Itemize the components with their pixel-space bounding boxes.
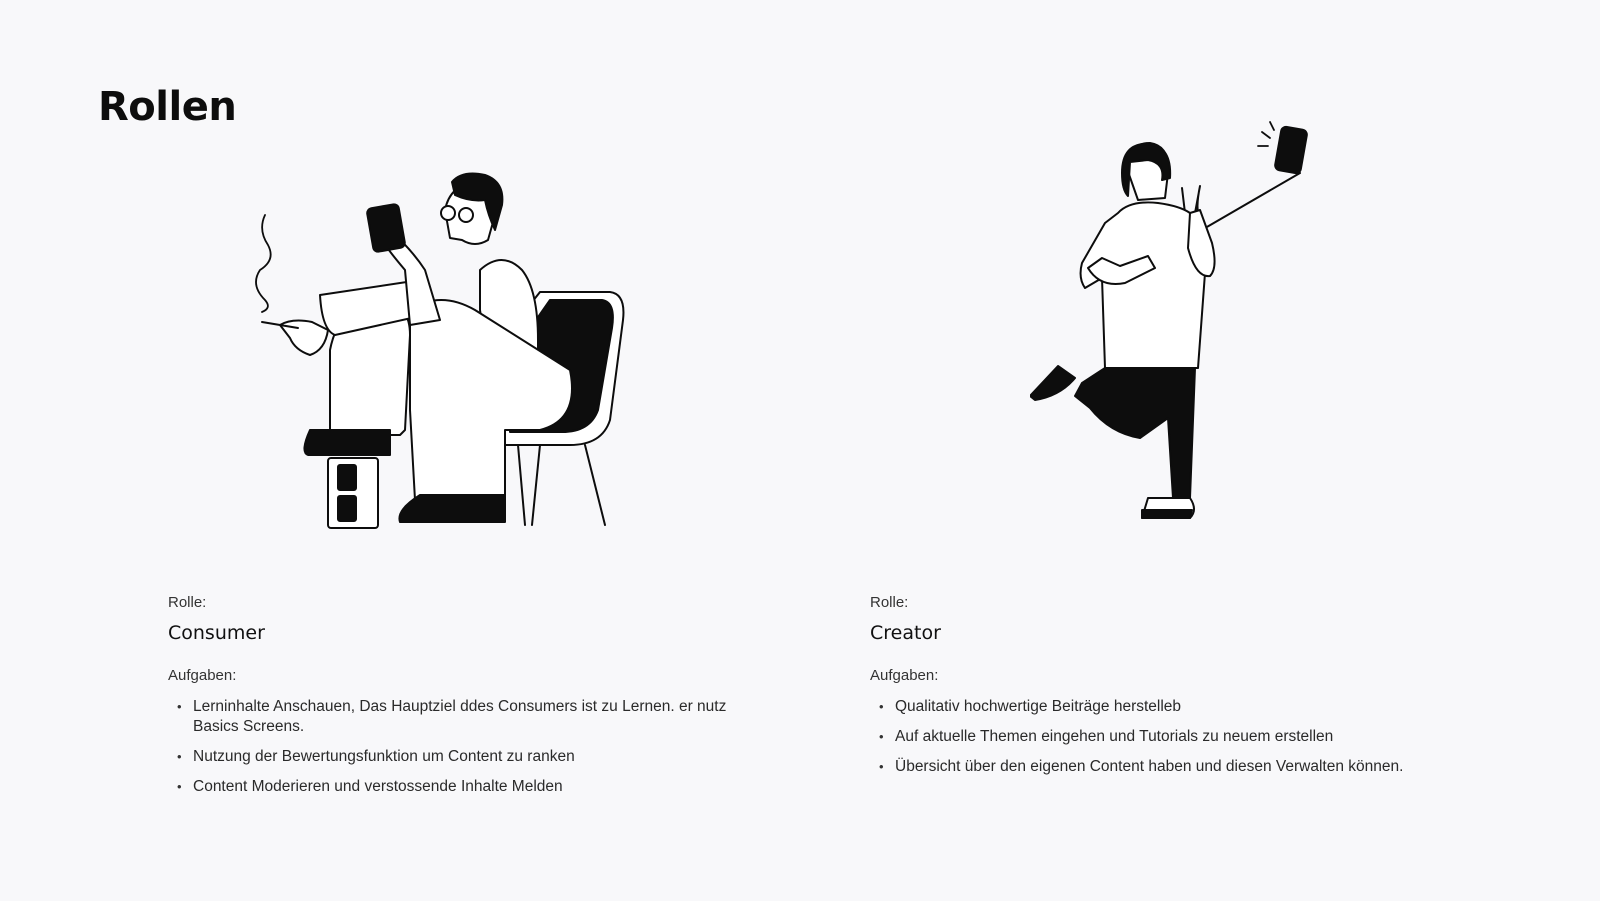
role-card-consumer: Rolle: Consumer Aufgaben: • Lerninhalte A… (168, 594, 768, 807)
task-list: • Qualitativ hochwertige Beiträge herstel… (870, 697, 1470, 777)
task-item: • Qualitativ hochwertige Beiträge herstel… (870, 697, 1455, 717)
person-selfie-stick-illustration-icon (1029, 121, 1308, 519)
bullet-icon: • (879, 759, 884, 774)
consumer-illustration (240, 160, 650, 540)
bullet-icon: • (879, 729, 884, 744)
role-label: Rolle: (168, 594, 207, 611)
task-item: • Nutzung der Bewertungsfunktion um Conte… (168, 747, 753, 767)
task-item: • Content Moderieren und verstossende Inh… (168, 777, 753, 797)
bullet-icon: • (177, 749, 182, 764)
task-list: • Lerninhalte Anschauen, Das Hauptziel dd… (168, 697, 768, 797)
task-text: Content Moderieren und verstossende Inha… (193, 778, 563, 795)
page-title: Rollen (98, 84, 237, 130)
bullet-icon: • (177, 779, 182, 794)
tasks-label: Aufgaben: (870, 667, 939, 684)
role-name: Creator (870, 622, 941, 644)
bullet-icon: • (879, 699, 884, 714)
task-item: • Übersicht über den eigenen Content habe… (870, 757, 1455, 777)
person-sitting-phone-illustration-icon (255, 172, 625, 529)
task-text: Nutzung der Bewertungsfunktion um Conten… (193, 748, 575, 765)
tasks-label: Aufgaben: (168, 667, 237, 684)
task-text: Auf aktuelle Themen eingehen und Tutoria… (895, 728, 1334, 745)
role-label: Rolle: (870, 594, 909, 611)
task-text: Qualitativ hochwertige Beiträge herstell… (895, 698, 1182, 715)
task-item: • Auf aktuelle Themen eingehen und Tutori… (870, 727, 1455, 747)
task-text: Lerninhalte Anschauen, Das Hauptziel dde… (193, 698, 727, 735)
role-card-creator: Rolle: Creator Aufgaben: • Qualitativ hoc… (870, 594, 1470, 787)
bullet-icon: • (177, 699, 182, 714)
creator-illustration (1029, 118, 1340, 538)
role-name: Consumer (168, 622, 265, 644)
task-text: Übersicht über den eigenen Content haben… (895, 758, 1404, 775)
task-item: • Lerninhalte Anschauen, Das Hauptziel dd… (168, 697, 753, 737)
